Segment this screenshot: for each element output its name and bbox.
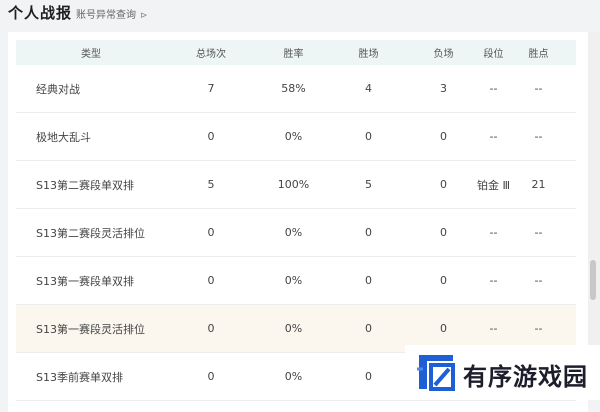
chevron-right-icon: ⊳ [140, 11, 148, 21]
column-header-type: 类型 [81, 49, 101, 60]
cell-wins: 0 [365, 130, 372, 143]
site-watermark-text: 有序游戏园 [463, 363, 588, 391]
table-row: 极地大乱斗 0 0% 0 0 -- -- [16, 113, 576, 161]
cell-lp: -- [534, 274, 543, 287]
column-header-winrate: 胜率 [283, 49, 304, 60]
cell-total: 5 [207, 178, 215, 191]
cell-type: 极地大乱斗 [36, 130, 91, 144]
table-row: S13第二赛段灵活排位 0 0% 0 0 -- -- [16, 209, 576, 257]
scrollbar-thumb[interactable] [590, 260, 596, 300]
account-anomaly-query-link[interactable]: 账号异常查询 ⊳ [76, 6, 148, 21]
site-logo-icon [417, 355, 455, 391]
cell-total: 0 [207, 370, 215, 383]
column-header-lp: 胜点 [528, 49, 549, 60]
cell-lp: -- [534, 82, 543, 95]
cell-lp: 21 [531, 178, 546, 191]
table-header-row: 类型 总场次 胜率 胜场 负场 段位 胜点 [16, 40, 576, 65]
cell-type: S13第二赛段单双排 [36, 178, 134, 192]
cell-winrate: 100% [277, 178, 310, 191]
cell-lp: -- [534, 130, 543, 143]
cell-type: S13第二赛段灵活排位 [36, 226, 145, 240]
account-anomaly-query-label: 账号异常查询 [76, 10, 136, 21]
cell-lp: -- [534, 226, 543, 239]
cell-total: 0 [207, 226, 215, 239]
column-header-wins: 胜场 [358, 49, 379, 60]
table-row: 经典对战 7 58% 4 3 -- -- [16, 65, 576, 113]
cell-wins: 0 [365, 370, 372, 383]
cell-type: S13季前赛单双排 [36, 370, 123, 384]
cell-winrate: 0% [284, 226, 303, 239]
cell-winrate: 0% [284, 370, 303, 383]
cell-winrate: 58% [281, 82, 306, 95]
cell-total: 7 [207, 82, 215, 95]
cell-type: 经典对战 [36, 82, 80, 96]
page-header: 个人战报 账号异常查询 ⊳ [0, 0, 600, 26]
page-title: 个人战报 [8, 4, 73, 22]
table-row: S13第二赛段单双排 5 100% 5 0 铂金 Ⅲ 21 [16, 161, 576, 209]
column-header-total: 总场次 [196, 49, 226, 60]
cell-wins: 0 [365, 322, 372, 335]
cell-wins: 4 [365, 82, 372, 95]
cell-winrate: 0% [284, 274, 303, 287]
cell-winrate: 0% [284, 322, 303, 335]
cell-wins: 0 [365, 226, 372, 239]
cell-wins: 0 [365, 274, 372, 287]
site-watermark: 有序游戏园 [405, 345, 600, 400]
table-row: S13第一赛段单双排 0 0% 0 0 -- -- [16, 257, 576, 305]
cell-type: S13第一赛段灵活排位 [36, 322, 145, 336]
cell-total: 0 [207, 274, 215, 287]
cell-total: 0 [207, 322, 215, 335]
cell-type: S13第一赛段单双排 [36, 274, 134, 288]
cell-total: 0 [207, 130, 215, 143]
cell-wins: 5 [365, 178, 372, 191]
cell-winrate: 0% [284, 130, 303, 143]
